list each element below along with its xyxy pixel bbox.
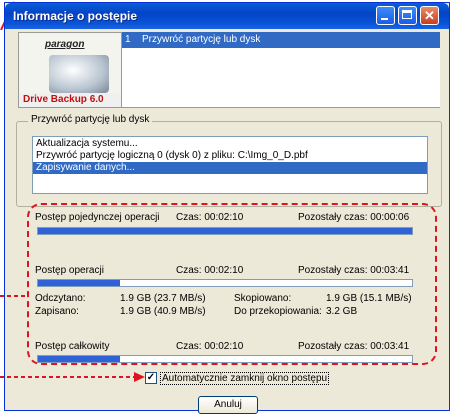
annotation-arrow-checkbox (0, 372, 145, 382)
group-title: Przywróć partycję lub dysk (28, 114, 153, 125)
single-progress-bar (37, 227, 413, 235)
written-label: Zapisano: (35, 306, 79, 317)
single-progress-fill (38, 228, 412, 234)
to-copy-label: Do przekopiowania: (234, 306, 322, 317)
operation-progress-fill (38, 280, 121, 286)
step-list (122, 48, 440, 108)
operation-progress-bar (37, 279, 413, 287)
operation-progress-remaining: Pozostały czas: 00:03:41 (298, 265, 410, 276)
total-progress-fill (38, 356, 121, 362)
operation-log[interactable]: Aktualizacja systemu... Przywróć partycj… (32, 136, 428, 194)
auto-close-label[interactable]: Automatycznie zamknij okno postępu (160, 372, 330, 385)
step-list-item[interactable]: 1 Przywróć partycję lub dysk (122, 32, 440, 48)
read-value: 1.9 GB (23.7 MB/s) (120, 293, 206, 304)
to-copy-value: 3.2 GB (326, 306, 358, 317)
single-progress-label: Postęp pojedynczej operacji (35, 212, 160, 223)
annotation-arrow-left (0, 295, 28, 297)
close-icon: ✕ (424, 8, 435, 23)
total-progress-bar (37, 355, 413, 363)
step-number: 1 (125, 34, 131, 45)
cancel-button[interactable]: Anuluj (198, 396, 258, 414)
total-progress-time: Czas: 00:02:10 (176, 341, 244, 352)
operation-progress-label: Postęp operacji (35, 265, 104, 276)
total-progress-label: Postęp całkowity (35, 341, 110, 352)
single-progress-remaining: Pozostały czas: 00:00:06 (298, 212, 410, 223)
log-line[interactable]: Przywróć partycję logiczną 0 (dysk 0) z … (33, 150, 427, 162)
window-title: Informacje o postępie (13, 9, 138, 23)
read-label: Odczytano: (35, 293, 86, 304)
maximize-icon (402, 10, 412, 19)
log-line-selected[interactable]: Zapisywanie danych... (33, 162, 427, 174)
single-progress-time: Czas: 00:02:10 (176, 212, 244, 223)
maximize-button[interactable] (398, 6, 417, 25)
step-label: Przywróć partycję lub dysk (142, 34, 261, 45)
copied-value: 1.9 GB (15.1 MB/s) (326, 293, 412, 304)
log-line[interactable]: Aktualizacja systemu... (33, 138, 427, 150)
product-logo: paragon Drive Backup 6.0 (18, 32, 122, 108)
minimize-button[interactable] (376, 6, 395, 25)
brand-logo-text: paragon (45, 39, 85, 50)
product-name: Drive Backup 6.0 (19, 93, 121, 107)
disk-image (49, 55, 109, 93)
minimize-icon (381, 18, 388, 20)
written-value: 1.9 GB (40.9 MB/s) (120, 306, 206, 317)
title-bar[interactable]: Informacje o postępie ✕ (5, 3, 449, 29)
close-button[interactable]: ✕ (420, 6, 439, 25)
auto-close-checkbox[interactable]: ✓ (145, 372, 157, 384)
operation-progress-time: Czas: 00:02:10 (176, 265, 244, 276)
copied-label: Skopiowano: (234, 293, 292, 304)
total-progress-remaining: Pozostały czas: 00:03:41 (298, 341, 410, 352)
